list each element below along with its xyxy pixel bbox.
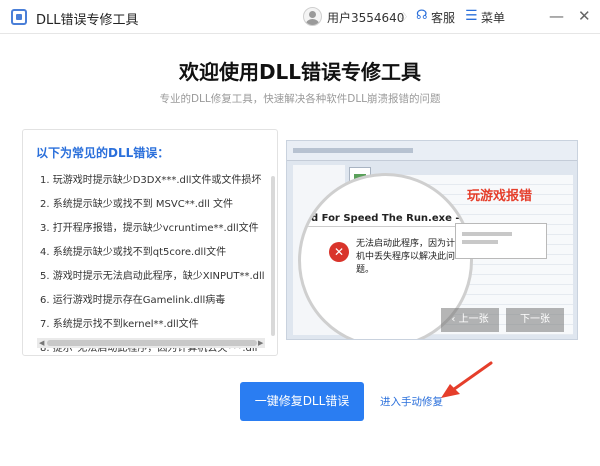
vertical-scrollbar[interactable] bbox=[271, 176, 275, 336]
avatar[interactable] bbox=[303, 7, 322, 26]
list-item: 1. 玩游戏时提示缺少D3DX***.dll文件或文件损坏 bbox=[40, 175, 262, 186]
service-button[interactable]: 客服 bbox=[431, 9, 455, 26]
error-example-carousel: d For Speed The Run.exe - 系统错误 ✕ 无法启动此程序… bbox=[286, 140, 578, 340]
scrollbar-thumb[interactable] bbox=[47, 340, 257, 346]
list-item: 3. 打开程序报错，提示缺少vcruntime**.dll文件 bbox=[40, 223, 259, 234]
scroll-left-icon[interactable]: ◀ bbox=[39, 338, 44, 348]
manual-fix-link[interactable]: 进入手动修复 bbox=[380, 394, 443, 409]
mini-dialog-thumbnail bbox=[455, 223, 547, 259]
username[interactable]: 用户3554640 bbox=[327, 9, 404, 26]
prev-slide-button[interactable]: ‹ 上一张 bbox=[441, 308, 499, 332]
app-title: DLL错误专修工具 bbox=[36, 13, 139, 28]
vip-diamond-icon: ♢ bbox=[398, 10, 409, 24]
one-click-fix-button[interactable]: 一键修复DLL错误 bbox=[240, 382, 364, 421]
illustration-toolbar bbox=[287, 141, 577, 161]
dialog-title: d For Speed The Run.exe - 系统错误 bbox=[311, 213, 473, 224]
menu-button[interactable]: 菜单 bbox=[481, 9, 505, 26]
scroll-right-icon[interactable]: ▶ bbox=[258, 338, 263, 348]
close-button[interactable]: ✕ bbox=[578, 6, 591, 26]
error-x-icon: ✕ bbox=[329, 242, 349, 262]
page-subtitle: 专业的DLL修复工具，快速解决各种软件DLL崩溃报错的问题 bbox=[159, 93, 441, 105]
app-logo-icon bbox=[11, 9, 27, 25]
list-item: 5. 游戏时提示无法启动此程序，缺少XINPUT**.dll bbox=[40, 271, 265, 282]
list-item: 2. 系统提示缺少或找不到 MSVC**.dll 文件 bbox=[40, 199, 233, 210]
list-item: 4. 系统提示缺少或找不到qt5core.dll文件 bbox=[40, 247, 227, 258]
chevron-left-icon: ‹ bbox=[451, 314, 459, 325]
page-title: 欢迎使用DLL错误专修工具 bbox=[178, 60, 422, 84]
error-list: 1. 玩游戏时提示缺少D3DX***.dll文件或文件损坏 2. 系统提示缺少或… bbox=[40, 174, 276, 355]
minimize-button[interactable]: — bbox=[549, 6, 564, 26]
dialog-text: 无法启动此程序，因为计算机中丢失程序以解决此问题。 bbox=[356, 239, 465, 275]
carousel-caption: 玩游戏报错 bbox=[467, 189, 533, 204]
headset-icon[interactable]: ☊ bbox=[416, 8, 428, 23]
next-slide-button[interactable]: 下一张 bbox=[506, 308, 564, 332]
common-errors-panel: 以下为常见的DLL错误： 1. 玩游戏时提示缺少D3DX***.dll文件或文件… bbox=[22, 129, 278, 356]
horizontal-scrollbar[interactable]: ◀ ▶ bbox=[37, 338, 265, 348]
menu-icon[interactable]: ☰ bbox=[465, 8, 478, 24]
title-bar: DLL错误专修工具 用户3554640 ♢ ☊ 客服 ☰ 菜单 — ✕ bbox=[0, 0, 600, 34]
red-arrow-icon bbox=[441, 361, 493, 398]
panel-title: 以下为常见的DLL错误： bbox=[36, 146, 170, 160]
list-item: 6. 运行游戏时提示存在Gamelink.dll病毒 bbox=[40, 295, 226, 306]
